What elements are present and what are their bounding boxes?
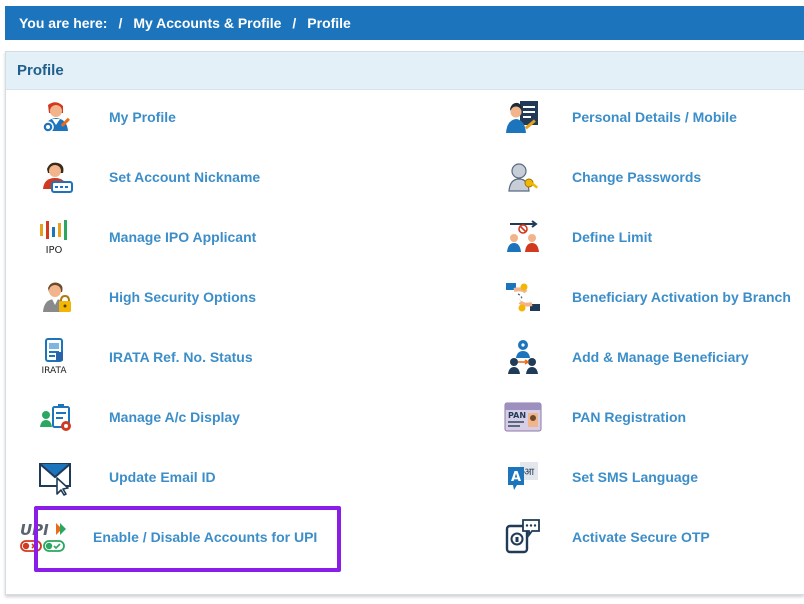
add-manage-beneficiary-link[interactable]: Add & Manage Beneficiary xyxy=(0,332,749,382)
breadcrumb-current-profile: Profile xyxy=(307,15,351,31)
manage-beneficiary-icon xyxy=(503,337,543,377)
beneficiary-activation-icon xyxy=(503,277,543,317)
add-manage-beneficiary-label: Add & Manage Beneficiary xyxy=(572,349,749,365)
personal-details-icon xyxy=(503,97,543,137)
sms-language-icon: आ A xyxy=(503,457,543,497)
sms-language-icon-hindi: आ xyxy=(524,467,535,478)
beneficiary-activation-by-branch-label: Beneficiary Activation by Branch xyxy=(572,289,791,305)
set-sms-language-label: Set SMS Language xyxy=(572,469,699,485)
change-passwords-label: Change Passwords xyxy=(572,169,702,185)
define-limit-icon xyxy=(503,217,543,257)
personal-details-mobile-label: Personal Details / Mobile xyxy=(572,109,737,125)
pan-card-icon: PAN xyxy=(503,397,543,437)
breadcrumb: You are here: / My Accounts & Profile / … xyxy=(5,6,804,40)
set-sms-language-link[interactable]: आ A Set SMS Language xyxy=(0,452,698,502)
breadcrumb-my-accounts-profile[interactable]: My Accounts & Profile xyxy=(133,15,281,31)
breadcrumb-separator: / xyxy=(292,15,297,31)
change-passwords-link[interactable]: Change Passwords xyxy=(0,152,701,202)
pan-registration-label: PAN Registration xyxy=(572,409,687,425)
breadcrumb-separator: / xyxy=(118,15,123,31)
define-limit-link[interactable]: Define Limit xyxy=(0,212,652,262)
activate-secure-otp-link[interactable]: Activate Secure OTP xyxy=(0,512,710,562)
beneficiary-activation-by-branch-link[interactable]: Beneficiary Activation by Branch xyxy=(0,272,791,322)
activate-secure-otp-label: Activate Secure OTP xyxy=(572,529,710,545)
secure-otp-icon xyxy=(503,517,543,557)
personal-details-mobile-link[interactable]: Personal Details / Mobile xyxy=(0,92,737,142)
pan-registration-link[interactable]: PAN PAN Registration xyxy=(0,392,686,442)
pan-icon-text: PAN xyxy=(508,411,526,420)
change-password-icon xyxy=(503,157,543,197)
breadcrumb-prefix: You are here: xyxy=(19,15,108,31)
panel-title: Profile xyxy=(6,52,804,90)
define-limit-label: Define Limit xyxy=(572,229,653,245)
sms-language-icon-latin: A xyxy=(511,470,521,485)
